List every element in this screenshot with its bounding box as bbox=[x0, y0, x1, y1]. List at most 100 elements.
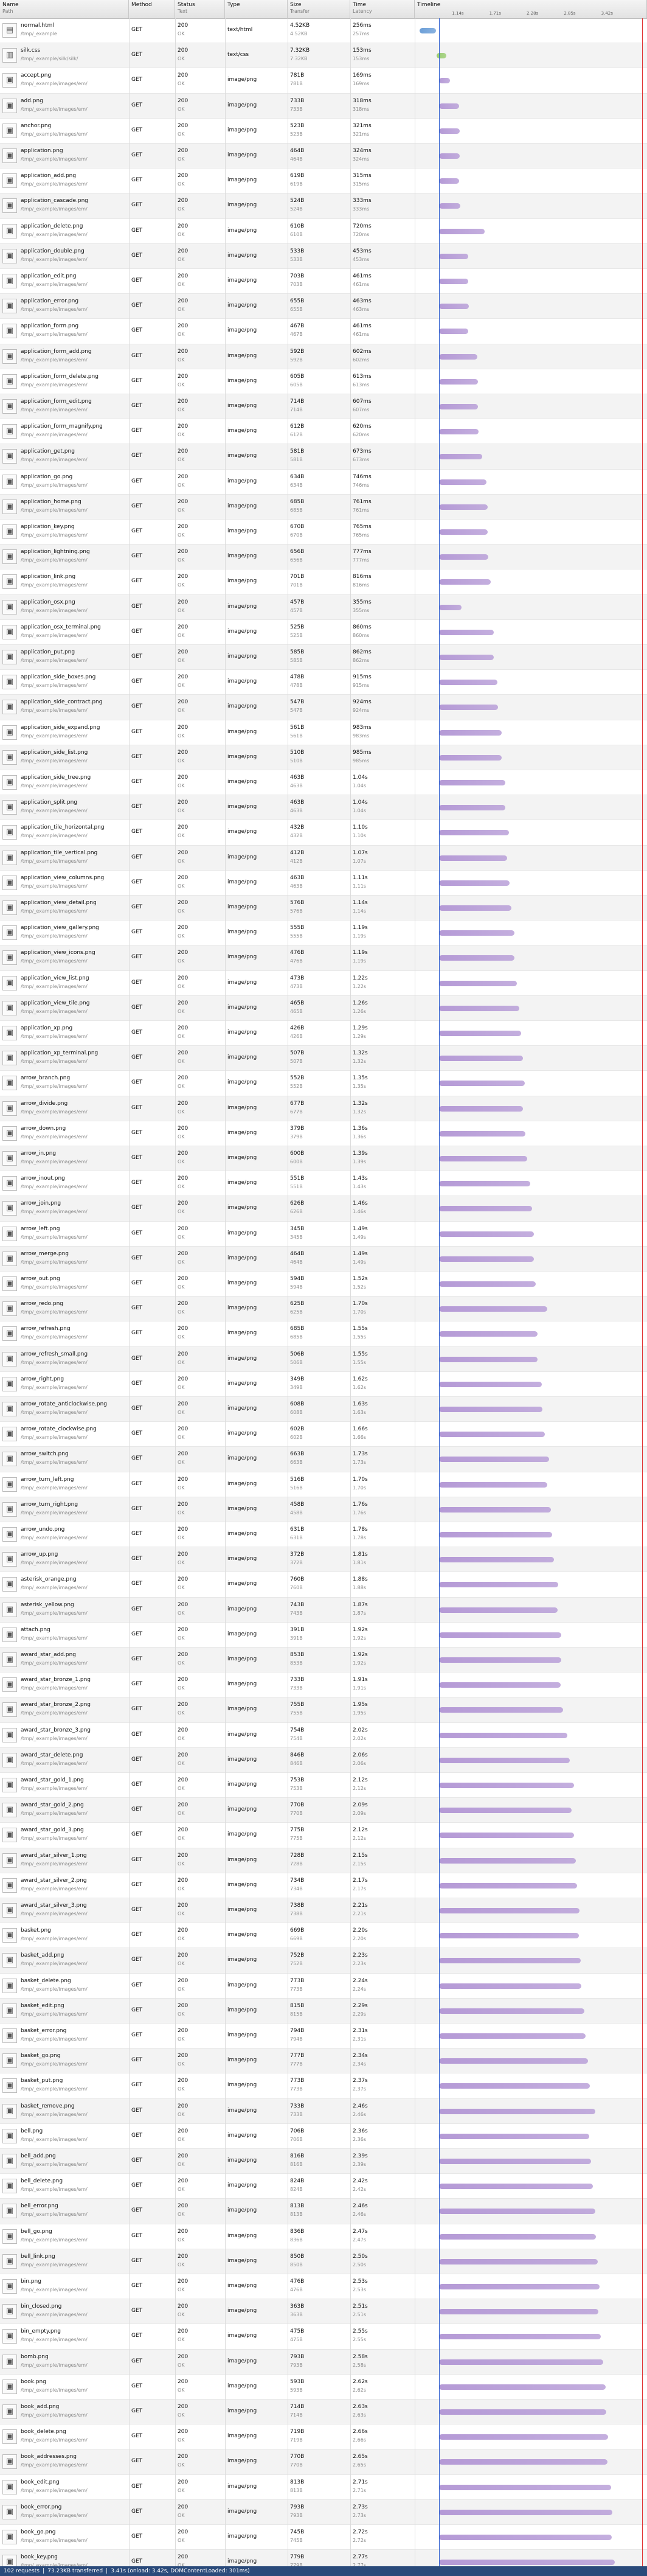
request-name[interactable]: bin_empty.png bbox=[21, 2328, 128, 2335]
request-name[interactable]: bell_delete.png bbox=[21, 2178, 128, 2185]
request-name[interactable]: silk.css bbox=[21, 47, 128, 54]
column-header-status[interactable]: Status Text bbox=[175, 0, 225, 18]
request-name[interactable]: application_view_list.png bbox=[21, 975, 128, 982]
request-name[interactable]: arrow_turn_right.png bbox=[21, 1502, 128, 1508]
request-name[interactable]: asterisk_orange.png bbox=[21, 1576, 128, 1583]
request-name[interactable]: arrow_rotate_clockwise.png bbox=[21, 1426, 128, 1433]
request-name[interactable]: anchor.png bbox=[21, 123, 128, 130]
request-name[interactable]: arrow_turn_left.png bbox=[21, 1477, 128, 1483]
request-name[interactable]: bin.png bbox=[21, 2278, 128, 2285]
request-name[interactable]: award_star_gold_3.png bbox=[21, 1827, 128, 1834]
request-name[interactable]: award_star_bronze_3.png bbox=[21, 1727, 128, 1734]
request-name[interactable]: bomb.png bbox=[21, 2354, 128, 2361]
request-name[interactable]: application_tile_horizontal.png bbox=[21, 824, 128, 831]
request-name[interactable]: arrow_right.png bbox=[21, 1376, 128, 1383]
request-name[interactable]: application_view_icons.png bbox=[21, 950, 128, 956]
request-name[interactable]: application_side_contract.png bbox=[21, 699, 128, 706]
request-name[interactable]: arrow_out.png bbox=[21, 1276, 128, 1283]
request-name[interactable]: application.png bbox=[21, 148, 128, 155]
request-name[interactable]: normal.html bbox=[21, 23, 128, 29]
column-header-size[interactable]: Size Transfer bbox=[288, 0, 350, 18]
request-name[interactable]: book_edit.png bbox=[21, 2479, 128, 2486]
request-name[interactable]: arrow_merge.png bbox=[21, 1251, 128, 1258]
request-name[interactable]: application_xp_terminal.png bbox=[21, 1050, 128, 1057]
request-name[interactable]: application_form_magnify.png bbox=[21, 423, 128, 430]
request-name[interactable]: application_form_add.png bbox=[21, 349, 128, 355]
request-name[interactable]: attach.png bbox=[21, 1627, 128, 1634]
request-name[interactable]: book_delete.png bbox=[21, 2429, 128, 2435]
request-name[interactable]: award_star_bronze_1.png bbox=[21, 1677, 128, 1683]
request-name[interactable]: application_xp.png bbox=[21, 1025, 128, 1032]
request-name[interactable]: basket_error.png bbox=[21, 2028, 128, 2035]
request-name[interactable]: application_error.png bbox=[21, 298, 128, 305]
request-name[interactable]: accept.png bbox=[21, 72, 128, 79]
request-name[interactable]: arrow_up.png bbox=[21, 1551, 128, 1558]
request-name[interactable]: bin_closed.png bbox=[21, 2303, 128, 2310]
request-name[interactable]: application_go.png bbox=[21, 474, 128, 481]
request-name[interactable]: basket_remove.png bbox=[21, 2103, 128, 2110]
request-name[interactable]: basket_add.png bbox=[21, 1952, 128, 1959]
request-name[interactable]: book_key.png bbox=[21, 2554, 128, 2561]
request-name[interactable]: application_view_columns.png bbox=[21, 875, 128, 882]
request-name[interactable]: award_star_gold_1.png bbox=[21, 1777, 128, 1784]
request-name[interactable]: application_key.png bbox=[21, 524, 128, 531]
request-name[interactable]: arrow_undo.png bbox=[21, 1526, 128, 1533]
request-name[interactable]: basket.png bbox=[21, 1927, 128, 1934]
request-name[interactable]: application_link.png bbox=[21, 574, 128, 580]
request-name[interactable]: application_form.png bbox=[21, 323, 128, 330]
request-name[interactable]: basket_delete.png bbox=[21, 1978, 128, 1985]
request-name[interactable]: application_side_list.png bbox=[21, 750, 128, 756]
column-header-name[interactable]: Name Path bbox=[0, 0, 129, 18]
request-name[interactable]: application_side_expand.png bbox=[21, 725, 128, 731]
request-name[interactable]: application_osx.png bbox=[21, 599, 128, 606]
request-name[interactable]: book_add.png bbox=[21, 2404, 128, 2411]
request-name[interactable]: arrow_down.png bbox=[21, 1126, 128, 1132]
request-name[interactable]: award_star_bronze_2.png bbox=[21, 1702, 128, 1708]
request-name[interactable]: asterisk_yellow.png bbox=[21, 1602, 128, 1609]
request-name[interactable]: arrow_join.png bbox=[21, 1200, 128, 1207]
request-name[interactable]: bell_go.png bbox=[21, 2229, 128, 2235]
request-name[interactable]: award_star_silver_3.png bbox=[21, 1902, 128, 1909]
column-header-time[interactable]: Time Latency bbox=[350, 0, 415, 18]
request-name[interactable]: book_go.png bbox=[21, 2529, 128, 2536]
request-name[interactable]: bell.png bbox=[21, 2128, 128, 2135]
request-name[interactable]: arrow_rotate_anticlockwise.png bbox=[21, 1401, 128, 1408]
request-name[interactable]: application_view_tile.png bbox=[21, 1000, 128, 1007]
request-name[interactable]: application_side_boxes.png bbox=[21, 674, 128, 681]
request-name[interactable]: application_delete.png bbox=[21, 223, 128, 230]
request-name[interactable]: application_cascade.png bbox=[21, 198, 128, 204]
request-name[interactable]: application_osx_terminal.png bbox=[21, 624, 128, 631]
request-name[interactable]: book_addresses.png bbox=[21, 2454, 128, 2460]
request-name[interactable]: application_tile_vertical.png bbox=[21, 850, 128, 857]
request-name[interactable]: bell_add.png bbox=[21, 2153, 128, 2160]
request-name[interactable]: award_star_silver_2.png bbox=[21, 1878, 128, 1884]
request-name[interactable]: arrow_switch.png bbox=[21, 1451, 128, 1458]
request-name[interactable]: basket_go.png bbox=[21, 2053, 128, 2059]
request-name[interactable]: application_view_detail.png bbox=[21, 900, 128, 907]
request-name[interactable]: arrow_divide.png bbox=[21, 1101, 128, 1107]
request-name[interactable]: application_form_edit.png bbox=[21, 399, 128, 405]
request-name[interactable]: application_side_tree.png bbox=[21, 775, 128, 781]
request-name[interactable]: book.png bbox=[21, 2379, 128, 2386]
request-name[interactable]: basket_put.png bbox=[21, 2078, 128, 2084]
request-name[interactable]: bell_link.png bbox=[21, 2254, 128, 2260]
request-name[interactable]: arrow_inout.png bbox=[21, 1175, 128, 1182]
request-name[interactable]: award_star_add.png bbox=[21, 1652, 128, 1659]
column-header-method[interactable]: Method bbox=[129, 0, 175, 18]
request-name[interactable]: application_get.png bbox=[21, 448, 128, 455]
request-name[interactable]: award_star_delete.png bbox=[21, 1752, 128, 1759]
request-name[interactable]: application_home.png bbox=[21, 499, 128, 506]
request-name[interactable]: arrow_refresh_small.png bbox=[21, 1351, 128, 1358]
request-name[interactable]: application_split.png bbox=[21, 799, 128, 806]
request-name[interactable]: application_lightning.png bbox=[21, 549, 128, 555]
request-name[interactable]: award_star_silver_1.png bbox=[21, 1853, 128, 1859]
request-name[interactable]: application_put.png bbox=[21, 649, 128, 656]
request-name[interactable]: application_edit.png bbox=[21, 273, 128, 280]
request-name[interactable]: arrow_branch.png bbox=[21, 1075, 128, 1082]
request-name[interactable]: add.png bbox=[21, 98, 128, 105]
request-name[interactable]: arrow_left.png bbox=[21, 1226, 128, 1233]
request-name[interactable]: application_double.png bbox=[21, 248, 128, 255]
request-name[interactable]: arrow_redo.png bbox=[21, 1301, 128, 1307]
column-header-type[interactable]: Type bbox=[225, 0, 288, 18]
request-name[interactable]: award_star_gold_2.png bbox=[21, 1802, 128, 1809]
